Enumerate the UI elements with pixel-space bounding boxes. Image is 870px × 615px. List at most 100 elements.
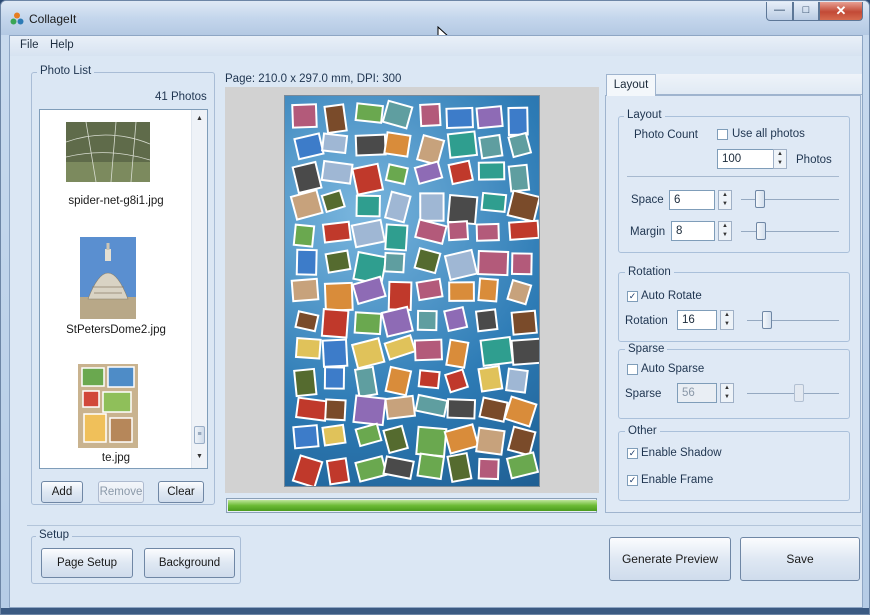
collage-photo	[293, 132, 325, 161]
rotation-input[interactable]: 16	[677, 310, 717, 330]
photo-count-label: Photo Count	[634, 129, 698, 141]
spin-up-icon[interactable]: ▲	[721, 384, 733, 393]
collage-photo	[443, 423, 480, 455]
collage-photo	[413, 160, 444, 186]
collage-photo	[447, 220, 470, 242]
spin-down-icon[interactable]: ▼	[719, 200, 731, 209]
collage-photo	[384, 394, 417, 420]
spin-down-icon[interactable]: ▼	[719, 231, 731, 240]
collage-photo	[383, 251, 406, 274]
collage-photo	[351, 162, 385, 196]
sparse-spinner[interactable]: ▲ ▼	[720, 383, 734, 403]
collage-photo	[445, 338, 470, 369]
collage-photo	[510, 337, 539, 366]
collage-photo	[477, 249, 510, 277]
scroll-down-arrow-icon[interactable]: ▼	[192, 450, 207, 464]
list-scrollbar[interactable]: ▲ ≡ ▼	[191, 110, 207, 468]
photos-unit-label: Photos	[796, 154, 832, 166]
menu-bar: File Help	[10, 36, 862, 56]
collage-photo	[321, 423, 347, 447]
rotation-spinner[interactable]: ▲ ▼	[720, 310, 734, 330]
clear-button[interactable]: Clear	[158, 481, 204, 503]
collage-photo	[355, 194, 381, 218]
bottom-separator	[27, 525, 861, 526]
photo-count-label: 41 Photos	[155, 91, 207, 103]
auto-rotate-checkbox[interactable]: ✓	[627, 291, 638, 302]
photo-listbox[interactable]: spider-net-g8i1.jpg StPetersDome2.jpg te…	[39, 109, 208, 469]
collage-photo	[447, 159, 475, 186]
collage-photo	[290, 277, 320, 303]
collage-photo	[323, 281, 354, 312]
maximize-button[interactable]: □	[793, 2, 819, 21]
collage-photo	[446, 130, 479, 159]
list-item[interactable]: StPetersDome2.jpg	[40, 235, 192, 345]
collage-photo	[477, 364, 504, 393]
save-button[interactable]: Save	[740, 537, 860, 581]
title-bar[interactable]: CollageIt — □ ✕	[1, 1, 869, 35]
photo-count-spinner[interactable]: ▲ ▼	[773, 149, 787, 169]
collage-photo	[416, 309, 438, 332]
spin-up-icon[interactable]: ▲	[719, 222, 731, 231]
photo-count-input[interactable]: 100	[717, 149, 774, 169]
collage-photo	[510, 309, 538, 336]
sparse-slider[interactable]	[747, 393, 839, 394]
collage-photo	[324, 249, 352, 274]
background-button[interactable]: Background	[144, 548, 235, 578]
spin-down-icon[interactable]: ▼	[721, 320, 733, 329]
tab-layout[interactable]: Layout	[606, 74, 656, 96]
rotation-slider[interactable]	[747, 320, 839, 321]
add-button[interactable]: Add	[41, 481, 83, 503]
enable-frame-checkbox[interactable]: ✓	[627, 475, 638, 486]
collage-photo	[291, 160, 323, 195]
menu-help[interactable]: Help	[46, 39, 78, 51]
collage-photo	[446, 194, 479, 226]
scroll-up-arrow-icon[interactable]: ▲	[192, 112, 207, 126]
minimize-button[interactable]: —	[766, 2, 793, 21]
spin-up-icon[interactable]: ▲	[774, 150, 786, 159]
collage-photo	[292, 424, 320, 450]
auto-sparse-checkbox[interactable]	[627, 364, 638, 375]
auto-sparse-label: Auto Sparse	[641, 363, 705, 375]
collage-photo	[293, 367, 318, 398]
space-spinner[interactable]: ▲ ▼	[718, 190, 732, 210]
collage-photo	[289, 188, 324, 221]
rotation-group	[618, 272, 850, 342]
space-slider-thumb[interactable]	[755, 190, 765, 208]
collage-photo	[415, 133, 446, 167]
collage-photo	[413, 338, 444, 362]
page-setup-button[interactable]: Page Setup	[41, 548, 133, 578]
collage-photo	[323, 366, 346, 390]
spin-down-icon[interactable]: ▼	[774, 159, 786, 168]
list-item[interactable]: spider-net-g8i1.jpg	[40, 122, 192, 222]
margin-label: Margin	[630, 226, 666, 238]
space-input[interactable]: 6	[669, 190, 715, 210]
rotation-label: Rotation	[625, 315, 668, 327]
margin-spinner[interactable]: ▲ ▼	[718, 221, 732, 241]
rotation-slider-thumb[interactable]	[762, 311, 772, 329]
close-button[interactable]: ✕	[819, 2, 863, 21]
generate-preview-button[interactable]: Generate Preview	[609, 537, 731, 581]
scroll-thumb[interactable]: ≡	[194, 426, 205, 444]
margin-input[interactable]: 8	[671, 221, 715, 241]
spin-down-icon[interactable]: ▼	[721, 393, 733, 402]
collage-photo	[448, 281, 475, 302]
use-all-photos-checkbox[interactable]	[717, 129, 728, 140]
collage-photo	[477, 277, 499, 303]
remove-button[interactable]: Remove	[98, 481, 144, 503]
setup-group-label: Setup	[36, 529, 73, 541]
list-item[interactable]: te.jpg	[40, 362, 192, 468]
margin-slider-thumb[interactable]	[756, 222, 766, 240]
collage-photo	[477, 161, 506, 181]
other-group	[618, 431, 850, 501]
collage-photo	[507, 163, 531, 193]
menu-file[interactable]: File	[16, 39, 43, 51]
sparse-slider-thumb[interactable]	[794, 384, 804, 402]
collage-photo	[475, 105, 504, 130]
collage-photo	[350, 337, 386, 370]
spin-up-icon[interactable]: ▲	[719, 191, 731, 200]
collage-photo	[384, 365, 413, 397]
collage-photo	[325, 457, 351, 486]
enable-shadow-checkbox[interactable]: ✓	[627, 448, 638, 459]
spin-up-icon[interactable]: ▲	[721, 311, 733, 320]
sparse-input[interactable]: 56	[677, 383, 717, 403]
